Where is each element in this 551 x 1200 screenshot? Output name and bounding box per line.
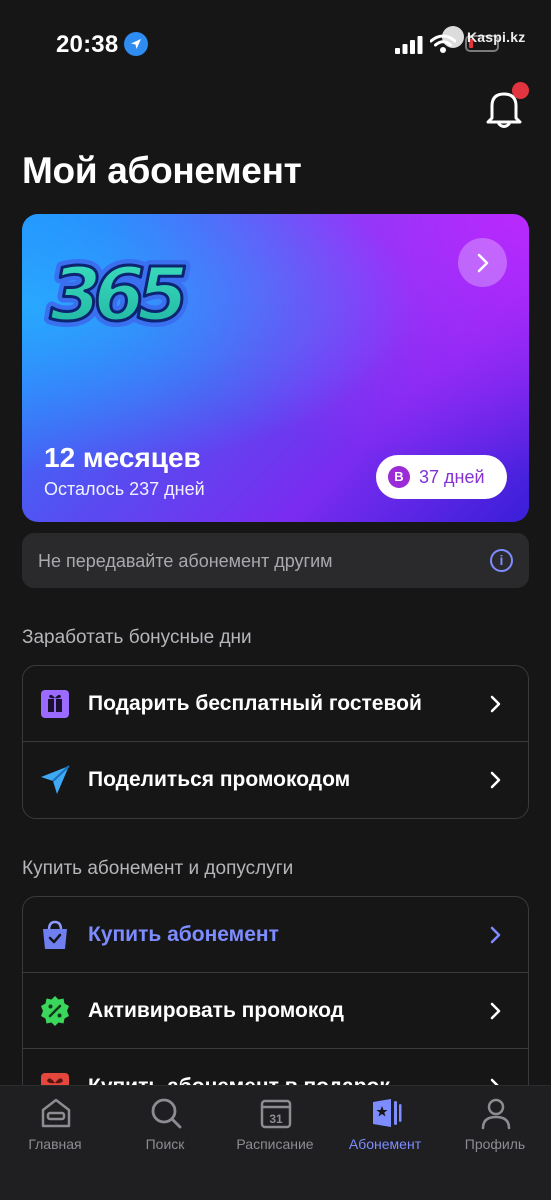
- menu-label: Подарить бесплатный гостевой: [88, 692, 422, 715]
- subscription-remaining: Осталось 237 дней: [44, 479, 205, 499]
- info-banner-text: Не передавайте абонемент другим: [38, 551, 333, 571]
- gift-guest-pass-item[interactable]: Подарить бесплатный гостевой: [23, 666, 528, 742]
- page-title: Мой абонемент: [22, 150, 302, 191]
- tab-subscription[interactable]: Абонемент: [330, 1086, 440, 1166]
- chevron-right-icon: [490, 926, 501, 944]
- location-arrow-icon: [124, 32, 148, 56]
- tab-search[interactable]: Поиск: [110, 1086, 220, 1166]
- subscription-card-icon: [373, 1099, 402, 1127]
- tab-label: Главная: [28, 1136, 82, 1152]
- kaspi-watermark: Kaspi.kz: [442, 26, 525, 48]
- tab-schedule[interactable]: 31 Расписание: [220, 1086, 330, 1166]
- svg-text:365: 365: [50, 252, 185, 338]
- buy-section-title: Купить абонемент и допуслуги: [22, 858, 294, 879]
- logo-365: 365 365: [44, 246, 199, 344]
- earn-menu: Подарить бесплатный гостевой Поделиться …: [22, 665, 529, 819]
- info-icon[interactable]: i: [490, 549, 513, 572]
- cellular-signal-icon: [395, 36, 423, 54]
- watermark-text: Kaspi.kz: [467, 29, 526, 45]
- status-bar: 20:38 Kaspi.kz: [0, 0, 551, 90]
- chevron-right-icon: [490, 695, 501, 713]
- home-icon: [41, 1098, 71, 1128]
- shopping-bag-icon: [43, 920, 67, 949]
- menu-label: Активировать промокод: [88, 999, 344, 1022]
- earn-section-title: Заработать бонусные дни: [22, 627, 252, 648]
- notification-badge: [512, 82, 529, 99]
- kaspi-logo-icon: [442, 26, 464, 48]
- info-banner: Не передавайте абонемент другим i: [22, 533, 529, 588]
- search-icon: [151, 1098, 182, 1129]
- bonus-badge-icon: B: [388, 466, 410, 488]
- svg-text:31: 31: [269, 1112, 283, 1126]
- calendar-icon: 31: [260, 1099, 292, 1129]
- tab-label: Расписание: [236, 1136, 314, 1152]
- tab-label: Абонемент: [348, 1136, 422, 1152]
- gift-icon: [41, 690, 69, 718]
- subscription-card[interactable]: 365 365 12 месяцев Осталось 237 дней B 3…: [22, 214, 529, 522]
- bonus-days-text: 37 дней: [419, 467, 485, 487]
- status-time: 20:38: [56, 31, 119, 58]
- menu-label: Купить абонемент: [88, 923, 279, 946]
- activate-promocode-item[interactable]: Активировать промокод: [23, 973, 528, 1049]
- chevron-right-icon: [477, 253, 489, 273]
- buy-subscription-item[interactable]: Купить абонемент: [23, 897, 528, 973]
- share-promocode-item[interactable]: Поделиться промокодом: [23, 742, 528, 818]
- percent-badge-icon: [41, 996, 69, 1026]
- tab-label: Профиль: [464, 1136, 526, 1152]
- chevron-right-icon: [490, 1002, 501, 1020]
- tab-bar: Главная Поиск 31 Расписание Абонемент Пр…: [0, 1085, 551, 1200]
- send-icon: [41, 765, 70, 794]
- tab-profile[interactable]: Профиль: [440, 1086, 550, 1166]
- card-open-button[interactable]: [458, 238, 507, 287]
- menu-label: Поделиться промокодом: [88, 768, 351, 791]
- bonus-days-pill[interactable]: B 37 дней: [376, 455, 507, 499]
- tab-label: Поиск: [145, 1136, 185, 1152]
- profile-icon: [481, 1098, 511, 1130]
- subscription-duration: 12 месяцев: [44, 442, 201, 473]
- tab-home[interactable]: Главная: [0, 1086, 110, 1166]
- chevron-right-icon: [490, 771, 501, 789]
